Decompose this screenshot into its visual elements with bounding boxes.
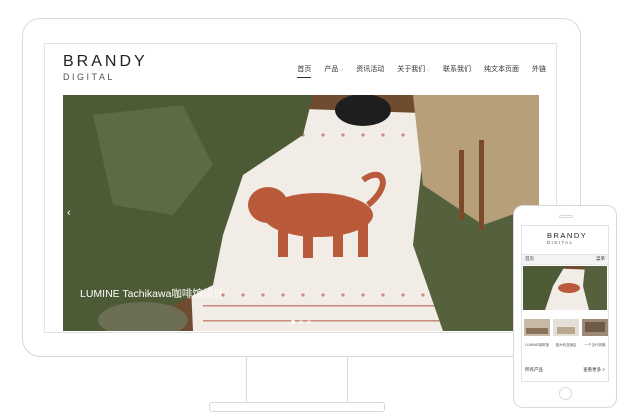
mobile-thumb[interactable]: LUMINE咖啡馆 (524, 319, 550, 348)
mobile-thumb-label: 一个当代风格 (584, 343, 606, 347)
mobile-thumb-label: 澳大利亚酒店 (555, 343, 577, 347)
slider-dot[interactable] (299, 320, 303, 324)
mobile-phone-frame: BRANDY DIGITAL 首页 菜单 LUMINE咖啡馆 澳大利亚酒店 一个… (513, 205, 617, 408)
phone-speaker (559, 215, 573, 218)
nav-item-about[interactable]: 关于我们⌵ (397, 65, 430, 75)
hero-slider[interactable]: ‹ LUMINE Tachikawa咖啡馆设计 (63, 95, 539, 331)
site-logo[interactable]: BRANDY DIGITAL (63, 54, 148, 83)
mobile-hero-image[interactable] (523, 266, 607, 310)
nav-item-home[interactable]: 首页 (297, 65, 312, 78)
nav-item-contact[interactable]: 联系我们 (443, 65, 471, 75)
mobile-thumb-label: LUMINE咖啡馆 (525, 343, 549, 347)
desktop-screen: BRANDY DIGITAL 首页 产品⌵ 资讯活动 关于我们⌵ 联系我们 纯文… (44, 43, 557, 333)
mobile-nav-bar: 首页 菜单 (522, 254, 608, 265)
mobile-logo-sub: DIGITAL (547, 240, 574, 245)
slider-dots (63, 320, 539, 324)
main-nav: 首页 产品⌵ 资讯活动 关于我们⌵ 联系我们 纯文本页面 外链 (297, 65, 546, 78)
mobile-logo-brand: BRANDY (547, 231, 588, 240)
chevron-down-icon: ⌵ (426, 67, 430, 73)
nav-item-external[interactable]: 外链 (532, 65, 546, 75)
nav-item-news[interactable]: 资讯活动 (356, 65, 384, 75)
slider-dot[interactable] (307, 320, 311, 324)
mobile-thumb[interactable]: 一个当代风格 (582, 319, 608, 348)
slider-dot[interactable] (291, 320, 295, 324)
logo-sub-text: DIGITAL (63, 72, 115, 82)
monitor-stand-base (209, 402, 385, 412)
mobile-thumb[interactable]: 澳大利亚酒店 (553, 319, 579, 348)
phone-home-button (559, 387, 572, 400)
mobile-screen: BRANDY DIGITAL 首页 菜单 LUMINE咖啡馆 澳大利亚酒店 一个… (521, 225, 609, 382)
monitor-stand-neck (246, 356, 348, 404)
mobile-menu-button[interactable]: 菜单 (596, 256, 605, 262)
chevron-down-icon: ⌵ (339, 67, 344, 73)
mobile-more-link[interactable]: 查看更多 > (583, 367, 605, 373)
mobile-logo[interactable]: BRANDY DIGITAL (547, 232, 587, 246)
mobile-home-link[interactable]: 首页 (525, 256, 534, 262)
nav-item-products[interactable]: 产品⌵ (324, 65, 343, 75)
logo-brand-text: BRANDY (63, 53, 148, 70)
mobile-section-title: 所有产品 (525, 367, 543, 372)
nav-item-text-page[interactable]: 纯文本页面 (484, 65, 519, 75)
mobile-thumbnails: LUMINE咖啡馆 澳大利亚酒店 一个当代风格 (524, 319, 608, 348)
hero-caption[interactable]: LUMINE Tachikawa咖啡馆设计 (80, 286, 224, 301)
chevron-left-icon[interactable]: ‹ (67, 207, 71, 219)
